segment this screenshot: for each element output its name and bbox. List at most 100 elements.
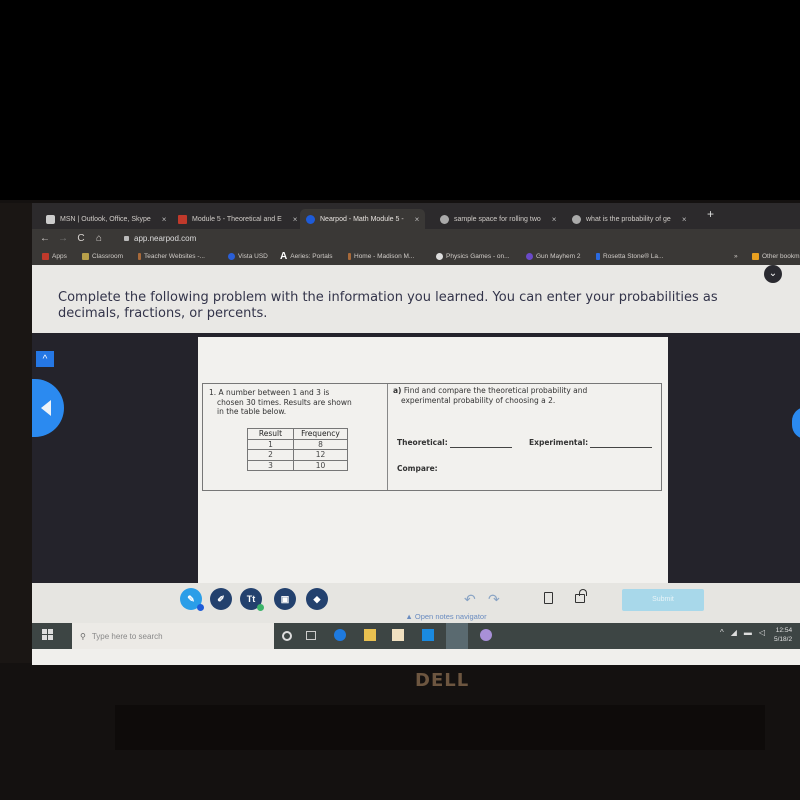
bookmark-rosetta-stone[interactable]: Rosetta Stone® La... — [596, 252, 663, 260]
cortana-icon[interactable] — [282, 631, 292, 641]
tab-nearpod[interactable]: Nearpod - Math Module 5 - × — [300, 209, 426, 229]
instructions-text: Complete the following problem with the … — [58, 290, 718, 321]
edge-icon[interactable] — [334, 629, 346, 641]
question-text: experimental probability of choosing a 2… — [401, 395, 556, 405]
chrome-icon[interactable] — [446, 623, 468, 649]
new-tab-button[interactable]: + — [707, 207, 714, 221]
rosetta-icon — [596, 252, 600, 260]
drawing-slide[interactable]: 1. A number between 1 and 3 is chosen 30… — [198, 337, 668, 583]
color-indicator — [197, 604, 204, 611]
experimental-blank[interactable] — [590, 440, 653, 448]
scroll-up-button[interactable]: ^ — [36, 351, 54, 367]
theoretical-blank[interactable] — [449, 440, 512, 448]
google-icon — [572, 214, 581, 224]
windows-taskbar: ⚲ Type here to search ^ ◢ ▬ ◁ 12:54 5/18… — [32, 623, 800, 649]
close-icon[interactable]: × — [162, 215, 167, 224]
game-icon — [526, 252, 533, 260]
tab-title: MSN | Outlook, Office, Skype — [60, 215, 151, 223]
bookmark-teacher-websites[interactable]: Teacher Websites -... — [138, 252, 205, 260]
classroom-icon — [82, 252, 89, 260]
highlighter-icon: ✐ — [217, 594, 225, 604]
reload-button[interactable]: C — [72, 233, 90, 244]
pen-tool[interactable]: ✎ — [180, 588, 204, 611]
network-icon[interactable]: ◢ — [731, 628, 737, 637]
table-cell: 3 — [247, 459, 294, 471]
bookmark-icon — [348, 252, 351, 260]
problem-number: 1. — [209, 388, 217, 397]
image-tool[interactable]: ▣ — [274, 588, 296, 610]
bookmark-vista-usd[interactable]: Vista USD — [228, 252, 268, 260]
bookmark-label: Other bookmarks — [762, 252, 800, 260]
home-button[interactable]: ⌂ — [90, 233, 108, 244]
bookmark-aeries[interactable]: A Aeries: Portals — [280, 251, 333, 262]
problem-box: 1. A number between 1 and 3 is chosen 30… — [202, 383, 662, 491]
submit-button[interactable]: Submit — [622, 589, 704, 611]
bookmark-home-madison[interactable]: Home - Madison M... — [348, 252, 414, 260]
volume-icon[interactable]: ◁ — [759, 628, 765, 637]
tab-module5[interactable]: Module 5 - Theoretical and E × — [172, 209, 303, 229]
mail-icon[interactable] — [422, 629, 434, 641]
collapse-instructions-button[interactable]: ⌄ — [764, 265, 782, 283]
close-icon[interactable]: × — [682, 215, 687, 224]
clear-page-icon[interactable] — [544, 592, 553, 604]
open-notes-navigator[interactable]: ▲ Open notes navigator — [32, 611, 800, 623]
other-bookmarks[interactable]: Other bookmarks — [752, 252, 800, 260]
forward-button[interactable]: → — [54, 233, 72, 244]
windows-start-icon[interactable] — [42, 629, 54, 641]
problem-text: chosen 30 times. Results are shown — [217, 397, 352, 407]
bookmark-physics-games[interactable]: Physics Games - on... — [436, 252, 510, 260]
laptop-hinge — [115, 705, 765, 750]
tab-sample-space[interactable]: sample space for rolling two × — [434, 209, 562, 229]
unlock-icon[interactable] — [575, 589, 587, 603]
battery-icon[interactable]: ▬ — [744, 628, 752, 637]
photo-background — [0, 0, 800, 203]
eraser-icon: ◆ — [313, 594, 321, 604]
date-text: 5/18/2 — [774, 636, 793, 643]
more-bookmarks-button[interactable]: » — [734, 253, 738, 260]
color-indicator — [257, 604, 264, 611]
table-row: 2 12 — [247, 449, 348, 461]
experimental-answer: Experimental: — [529, 438, 653, 448]
chevron-up-icon[interactable]: ^ — [720, 628, 724, 637]
browser-tabstrip: MSN | Outlook, Office, Skype × Module 5 … — [32, 203, 800, 229]
eraser-tool[interactable]: ◆ — [306, 588, 328, 610]
highlighter-tool[interactable]: ✐ — [210, 588, 232, 610]
chevron-double-right-icon: » — [734, 252, 738, 260]
tab-title: what is the probability of ge — [586, 215, 671, 223]
bookmark-label: Teacher Websites -... — [144, 252, 205, 260]
bookmark-icon — [138, 252, 141, 260]
frequency-table: Result Frequency 1 8 2 12 3 10 — [247, 428, 348, 471]
image-icon: ▣ — [280, 594, 290, 604]
nearpod-icon — [306, 214, 315, 224]
problem-text: in the table below. — [217, 407, 287, 416]
lock-icon — [124, 235, 129, 241]
task-view-icon[interactable] — [306, 631, 316, 640]
close-icon[interactable]: × — [415, 215, 420, 224]
close-icon[interactable]: × — [293, 215, 298, 224]
taskbar-search[interactable]: ⚲ Type here to search — [72, 623, 274, 649]
folder-icon — [752, 252, 759, 260]
back-button[interactable]: ← — [36, 233, 54, 244]
bookmark-gun-mayhem[interactable]: Gun Mayhem 2 — [526, 252, 580, 260]
redo-icon[interactable]: ↷ — [488, 591, 500, 608]
text-tool[interactable]: Tt — [240, 588, 264, 611]
file-explorer-icon[interactable] — [364, 629, 376, 641]
nearpod-page: Complete the following problem with the … — [32, 265, 800, 611]
problem-statement: 1. A number between 1 and 3 is chosen 30… — [203, 384, 388, 490]
app-icon[interactable] — [480, 629, 492, 641]
search-placeholder: Type here to search — [91, 631, 163, 641]
browser-toolbar: ← → C ⌂ app.nearpod.com — [32, 229, 800, 247]
tab-probability[interactable]: what is the probability of ge × — [566, 209, 693, 229]
tab-msn[interactable]: MSN | Outlook, Office, Skype × — [40, 209, 172, 229]
column-header: Result — [247, 428, 294, 440]
bookmark-apps[interactable]: Apps — [42, 252, 67, 260]
experimental-label: Experimental: — [529, 438, 589, 447]
address-bar[interactable]: app.nearpod.com — [124, 234, 196, 243]
bookmark-classroom[interactable]: Classroom — [82, 252, 123, 260]
vista-icon — [228, 252, 235, 260]
store-icon[interactable] — [392, 629, 404, 641]
table-cell: 8 — [293, 438, 348, 450]
undo-icon[interactable]: ↶ — [464, 591, 476, 608]
clock[interactable]: 12:54 5/18/2 — [774, 626, 792, 644]
close-icon[interactable]: × — [552, 215, 557, 224]
